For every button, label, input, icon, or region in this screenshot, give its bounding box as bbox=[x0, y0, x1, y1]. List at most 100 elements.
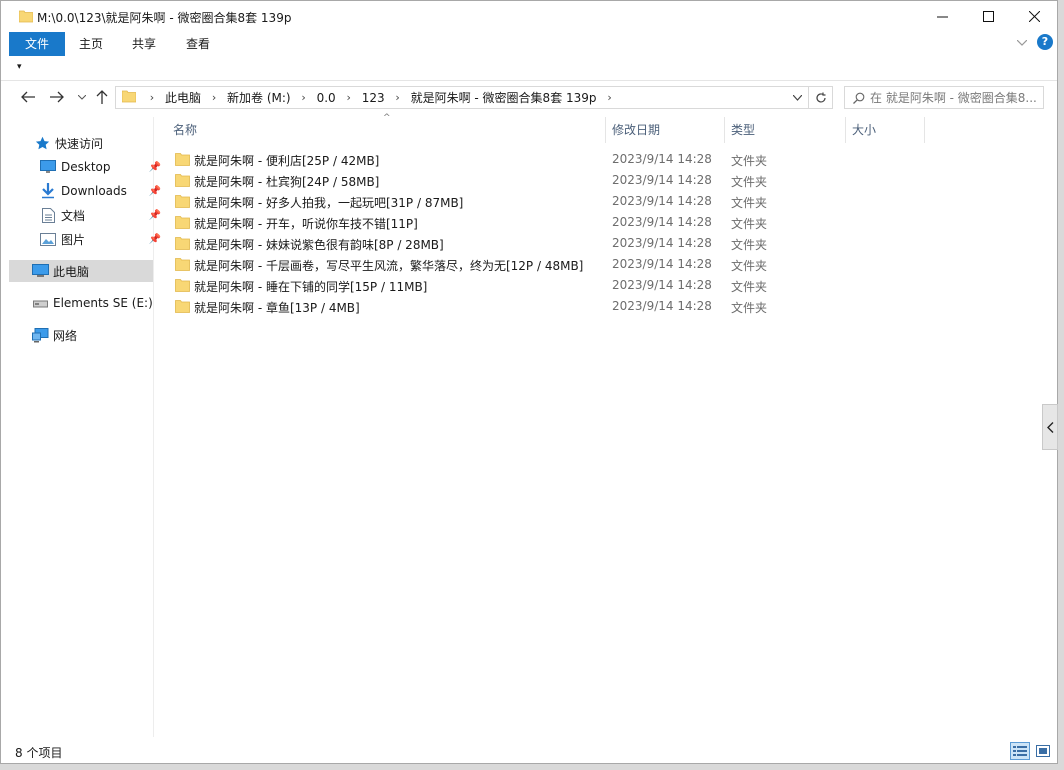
address-history-chevron-icon[interactable] bbox=[788, 87, 806, 108]
file-name: 就是阿朱啊 - 开车，听说你车技不错[11P] bbox=[194, 217, 418, 231]
sidebar-item-quick-access[interactable]: 快速访问 bbox=[33, 132, 103, 154]
search-icon bbox=[853, 92, 865, 104]
column-header-size[interactable]: 大小 bbox=[846, 117, 924, 143]
expand-ribbon-icon[interactable] bbox=[1016, 35, 1028, 49]
file-list: ^ 名称 修改日期 类型 大小 就是阿朱啊 - 便利店[25P / 42MB] … bbox=[157, 113, 1057, 733]
file-row[interactable]: 就是阿朱啊 - 睡在下铺的同学[15P / 11MB] 2023/9/14 14… bbox=[171, 275, 781, 296]
sidebar-item-documents[interactable]: 文档 📌 bbox=[39, 204, 161, 226]
file-type: 文件夹 bbox=[731, 217, 768, 231]
minimize-button[interactable] bbox=[919, 1, 965, 31]
maximize-button[interactable] bbox=[965, 1, 1011, 31]
sidebar-item-this-pc[interactable]: 此电脑 bbox=[9, 260, 153, 282]
tab-share[interactable]: 共享 bbox=[119, 32, 169, 56]
up-arrow-icon[interactable] bbox=[93, 88, 111, 106]
file-row[interactable]: 就是阿朱啊 - 章鱼[13P / 4MB] 2023/9/14 14:28 文件… bbox=[171, 296, 781, 317]
tab-home[interactable]: 主页 bbox=[67, 32, 115, 56]
drive-icon bbox=[31, 295, 49, 311]
file-date: 2023/9/14 14:28 bbox=[612, 299, 712, 313]
sidebar-item-pictures[interactable]: 图片 📌 bbox=[39, 228, 161, 250]
back-arrow-icon[interactable] bbox=[19, 88, 37, 106]
file-date: 2023/9/14 14:28 bbox=[612, 194, 712, 208]
preview-pane-toggle[interactable] bbox=[1042, 404, 1058, 450]
breadcrumb-folder-123[interactable]: 123 bbox=[359, 91, 388, 105]
item-count: 8 个项目 bbox=[15, 746, 63, 760]
sidebar-item-desktop[interactable]: Desktop 📌 bbox=[39, 156, 161, 178]
file-name: 就是阿朱啊 - 睡在下铺的同学[15P / 11MB] bbox=[194, 280, 428, 294]
tab-file[interactable]: 文件 bbox=[9, 32, 65, 56]
ribbon-divider bbox=[1, 80, 1057, 81]
large-icons-view-button[interactable] bbox=[1033, 742, 1053, 760]
file-row[interactable]: 就是阿朱啊 - 便利店[25P / 42MB] 2023/9/14 14:28 … bbox=[171, 149, 781, 170]
folder-icon bbox=[175, 194, 190, 211]
sidebar-item-label: 网络 bbox=[53, 328, 78, 343]
folder-icon bbox=[175, 257, 190, 274]
breadcrumb-separator-icon[interactable]: › bbox=[388, 91, 408, 104]
folder-icon bbox=[175, 236, 190, 253]
ribbon-tabs: 文件 主页 共享 查看 ? bbox=[1, 32, 1057, 56]
network-icon bbox=[31, 327, 49, 343]
breadcrumb-current-folder[interactable]: 就是阿朱啊 - 微密圈合集8套 139p bbox=[408, 89, 600, 106]
file-date: 2023/9/14 14:28 bbox=[612, 173, 712, 187]
sidebar-item-drive[interactable]: Elements SE (E:) bbox=[31, 292, 153, 314]
tab-view[interactable]: 查看 bbox=[173, 32, 223, 56]
file-type: 文件夹 bbox=[731, 301, 768, 315]
close-button[interactable] bbox=[1011, 1, 1057, 31]
file-name: 就是阿朱啊 - 便利店[25P / 42MB] bbox=[194, 154, 380, 168]
breadcrumb-folder-0-0[interactable]: 0.0 bbox=[314, 91, 339, 105]
folder-icon bbox=[18, 9, 34, 26]
status-bar: 8 个项目 bbox=[1, 739, 1057, 763]
file-row[interactable]: 就是阿朱啊 - 妹妹说紫色很有韵味[8P / 28MB] 2023/9/14 1… bbox=[171, 233, 781, 254]
file-type: 文件夹 bbox=[731, 154, 768, 168]
recent-locations-chevron-icon[interactable] bbox=[73, 88, 91, 106]
chevron-left-icon bbox=[1046, 421, 1053, 433]
folder-icon bbox=[175, 299, 190, 316]
computer-icon bbox=[31, 263, 49, 279]
details-view-icon bbox=[1013, 746, 1027, 756]
sidebar-item-label: 图片 bbox=[61, 232, 86, 247]
file-row[interactable]: 就是阿朱啊 - 开车，听说你车技不错[11P] 2023/9/14 14:28 … bbox=[171, 212, 781, 233]
column-divider[interactable] bbox=[924, 117, 925, 143]
search-input[interactable] bbox=[870, 90, 1040, 105]
title-bar[interactable]: M:\0.0\123\就是阿朱啊 - 微密圈合集8套 139p bbox=[1, 1, 1057, 32]
help-icon[interactable]: ? bbox=[1037, 34, 1053, 50]
file-type: 文件夹 bbox=[731, 196, 768, 210]
file-date: 2023/9/14 14:28 bbox=[612, 236, 712, 250]
breadcrumb-separator-icon[interactable]: › bbox=[204, 91, 224, 104]
folder-icon bbox=[175, 152, 190, 169]
file-name: 就是阿朱啊 - 好多人拍我，一起玩吧[31P / 87MB] bbox=[194, 196, 464, 210]
file-row[interactable]: 就是阿朱啊 - 杜宾狗[24P / 58MB] 2023/9/14 14:28 … bbox=[171, 170, 781, 191]
breadcrumb-separator-icon[interactable]: › bbox=[142, 91, 162, 104]
file-row[interactable]: 就是阿朱啊 - 千层画卷，写尽平生风流，繁华落尽，终为无[12P / 48MB]… bbox=[171, 254, 781, 275]
column-header-type[interactable]: 类型 bbox=[725, 117, 845, 143]
large-icons-view-icon bbox=[1036, 745, 1050, 757]
refresh-icon[interactable] bbox=[808, 87, 832, 108]
search-box[interactable] bbox=[844, 86, 1044, 109]
breadcrumb-separator-icon[interactable]: › bbox=[600, 91, 620, 104]
breadcrumb-separator-icon[interactable]: › bbox=[294, 91, 314, 104]
breadcrumb-separator-icon[interactable]: › bbox=[339, 91, 359, 104]
file-date: 2023/9/14 14:28 bbox=[612, 278, 712, 292]
address-bar[interactable]: › 此电脑 › 新加卷 (M:) › 0.0 › 123 › 就是阿朱啊 - 微… bbox=[115, 86, 833, 109]
downloads-icon bbox=[39, 183, 57, 199]
file-date: 2023/9/14 14:28 bbox=[612, 152, 712, 166]
sidebar-item-label: 文档 bbox=[61, 208, 86, 223]
forward-arrow-icon[interactable] bbox=[48, 88, 66, 106]
window-title: M:\0.0\123\就是阿朱啊 - 微密圈合集8套 139p bbox=[37, 11, 292, 25]
sidebar-item-label: Elements SE (E:) bbox=[53, 296, 153, 310]
location-folder-icon bbox=[121, 89, 137, 106]
sidebar-item-label: 快速访问 bbox=[55, 136, 104, 151]
breadcrumb-drive[interactable]: 新加卷 (M:) bbox=[224, 89, 294, 106]
file-name: 就是阿朱啊 - 章鱼[13P / 4MB] bbox=[194, 301, 360, 315]
breadcrumb-this-pc[interactable]: 此电脑 bbox=[162, 89, 204, 106]
folder-icon bbox=[175, 215, 190, 232]
file-row[interactable]: 就是阿朱啊 - 好多人拍我，一起玩吧[31P / 87MB] 2023/9/14… bbox=[171, 191, 781, 212]
sidebar-item-label: 此电脑 bbox=[53, 264, 90, 279]
file-name: 就是阿朱啊 - 妹妹说紫色很有韵味[8P / 28MB] bbox=[194, 238, 444, 252]
details-view-button[interactable] bbox=[1010, 742, 1030, 760]
sidebar-item-network[interactable]: 网络 bbox=[31, 324, 77, 346]
sidebar-item-downloads[interactable]: Downloads 📌 bbox=[39, 180, 161, 202]
column-header-name[interactable]: 名称 bbox=[167, 117, 605, 143]
file-name: 就是阿朱啊 - 千层画卷，写尽平生风流，繁华落尽，终为无[12P / 48MB] bbox=[194, 259, 584, 273]
quick-access-toolbar-dropdown[interactable]: ▾ bbox=[17, 62, 22, 72]
column-header-date[interactable]: 修改日期 bbox=[606, 117, 724, 143]
